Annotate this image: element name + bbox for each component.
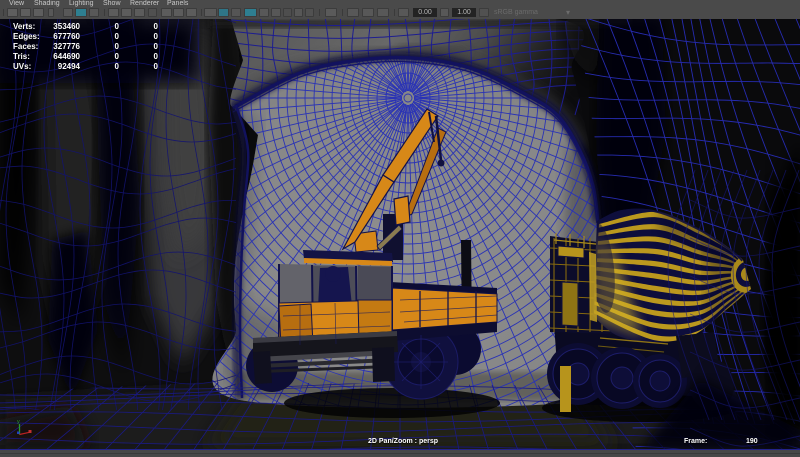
svg-text:y: y [17,419,20,425]
